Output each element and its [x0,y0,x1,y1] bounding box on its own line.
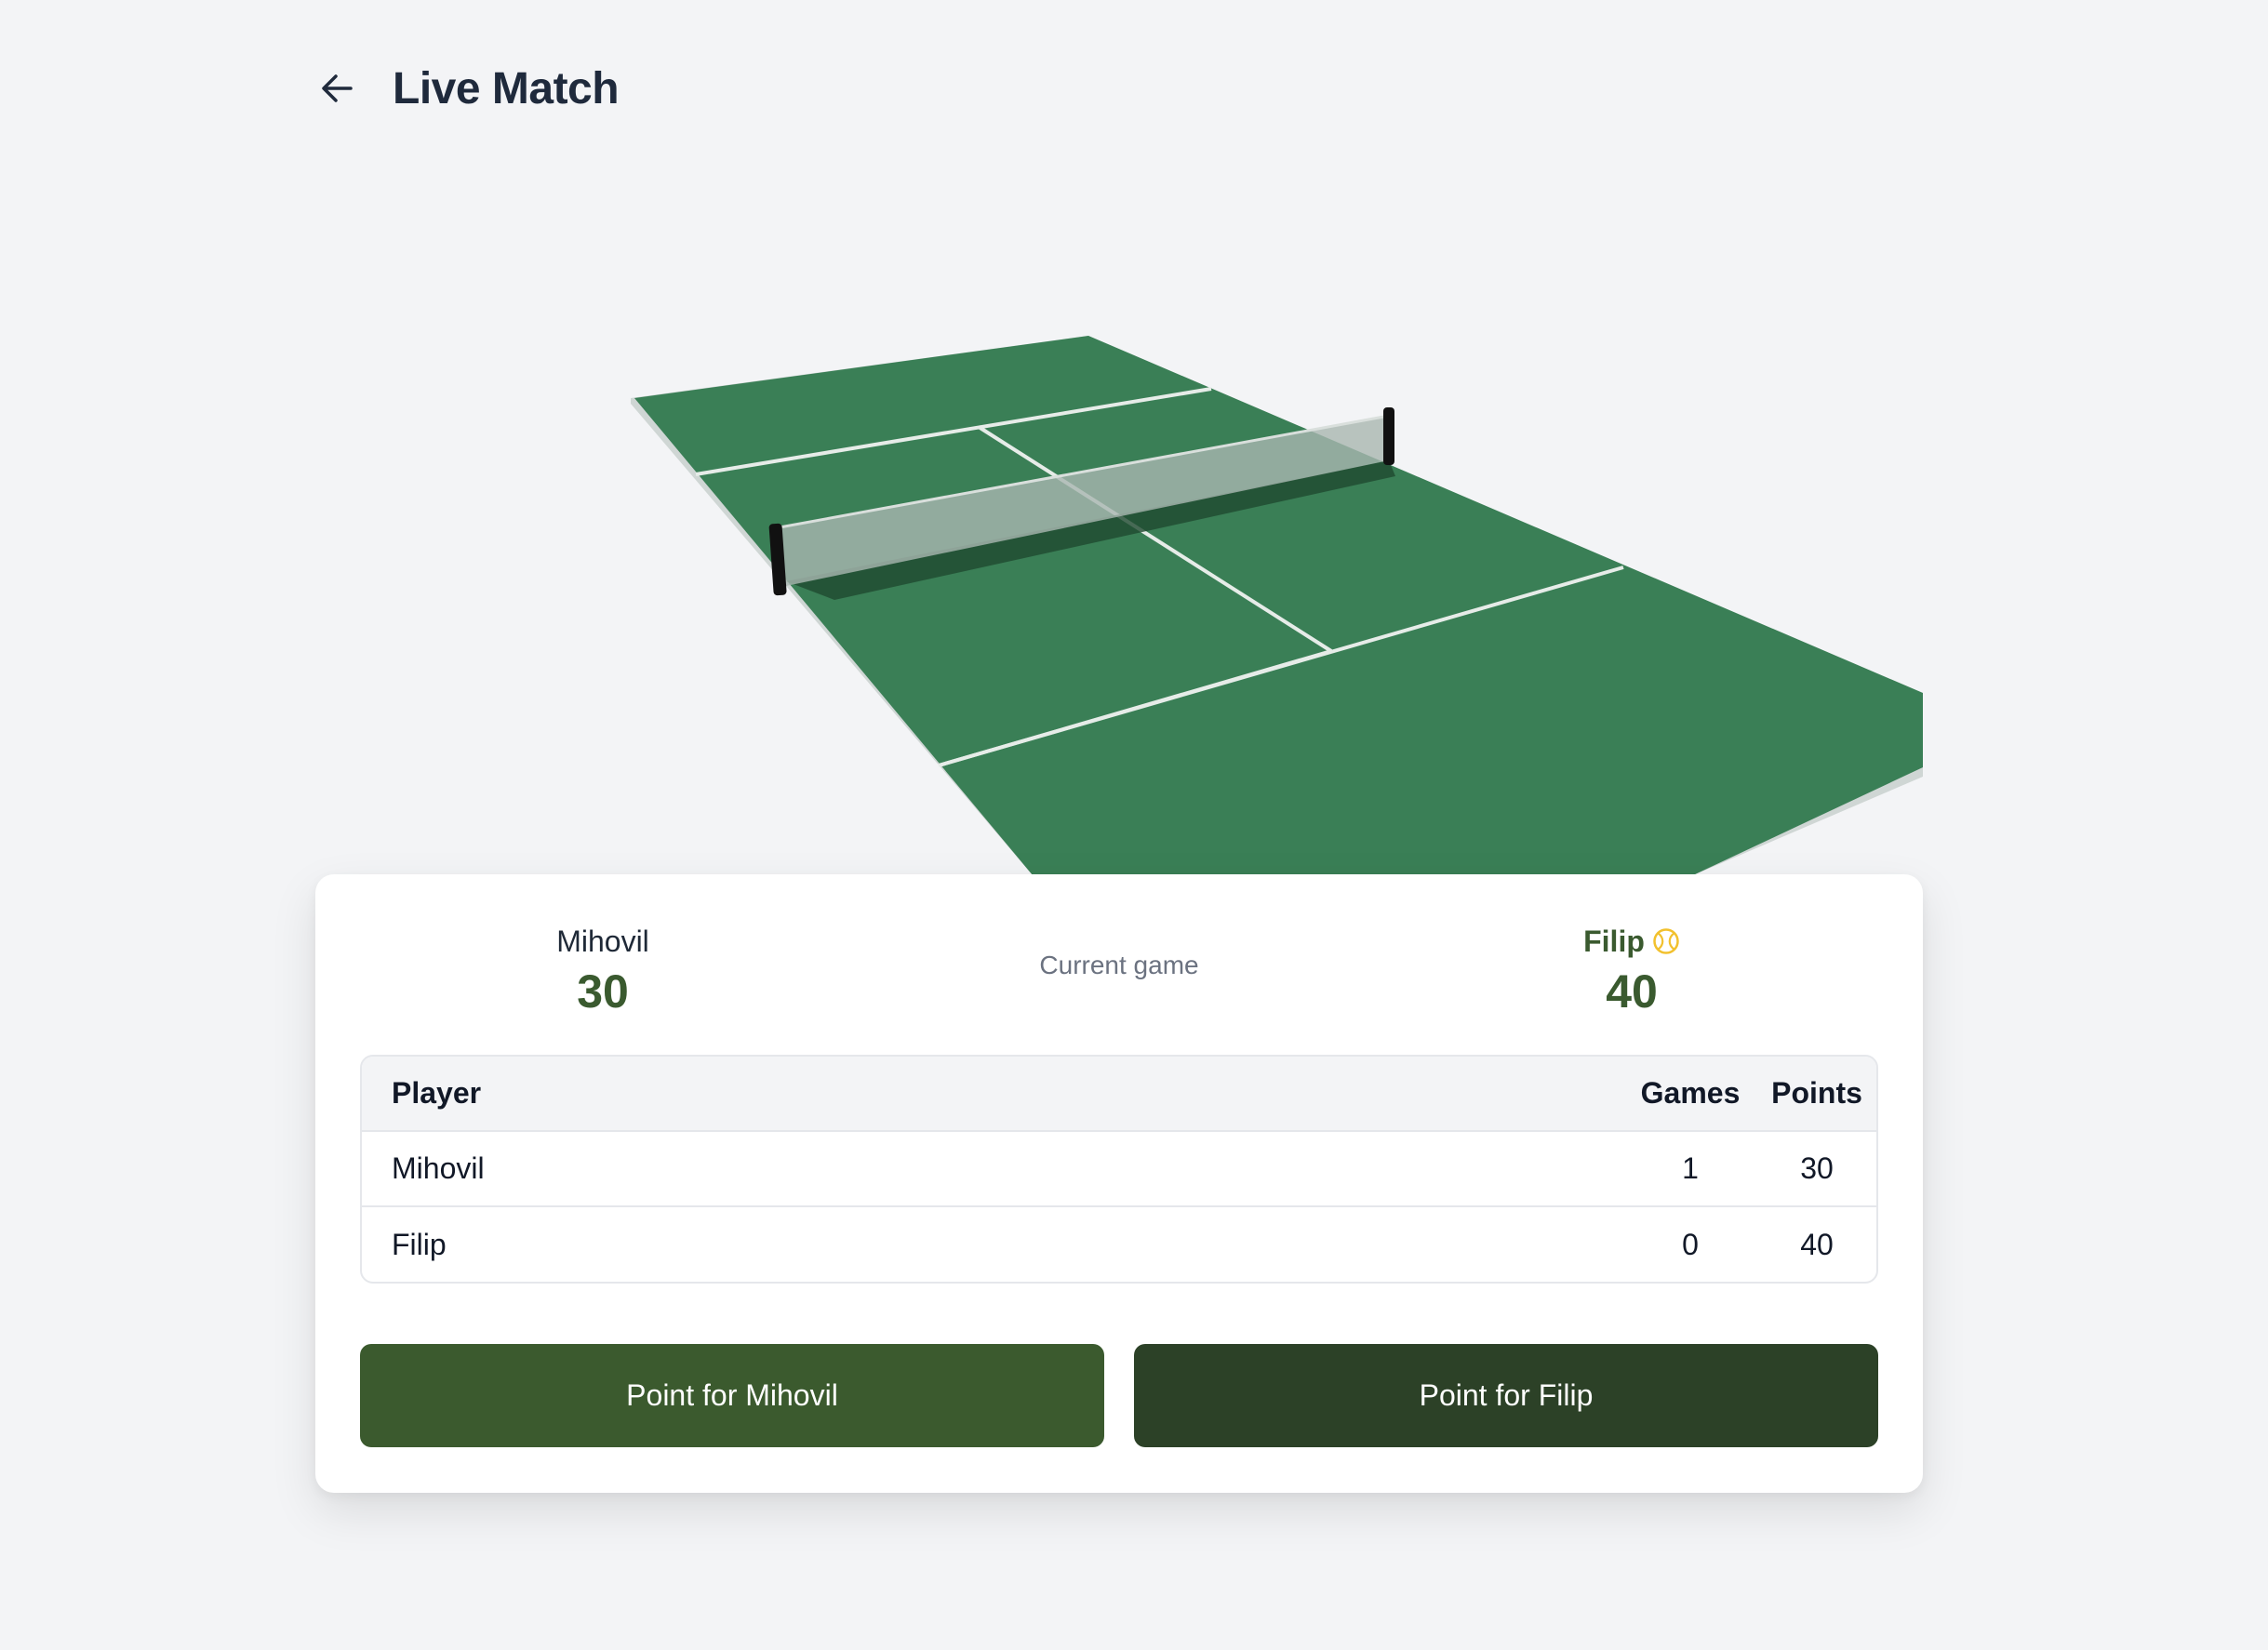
row-player: Filip [392,1228,447,1261]
table-row: Filip 0 40 [362,1207,1876,1282]
court-surface [634,336,1923,875]
row-player: Mihovil [392,1151,485,1185]
player1-name: Mihovil [556,925,649,958]
point-for-player1-button[interactable]: Point for Mihovil [360,1344,1104,1447]
score-card: Mihovil 30 Current game Filip 40 Player … [315,874,1923,1493]
player2-score-block: Filip 40 [1446,923,1818,1018]
table-row: Mihovil 1 30 [362,1132,1876,1207]
column-header-games: Games [1640,1076,1741,1110]
court-lines [695,387,1624,767]
net [780,416,1389,586]
net-post-right [1383,407,1394,465]
net-post-left [768,523,787,596]
page-title: Live Match [393,63,620,113]
column-header-player: Player [392,1076,482,1110]
back-button[interactable] [307,58,368,119]
player2-name-wrap: Filip [1583,923,1680,960]
player1-score-block: Mihovil 30 [417,923,789,1018]
page-header: Live Match [307,51,620,126]
column-header-points: Points [1771,1076,1862,1110]
row-games: 1 [1682,1151,1699,1185]
row-points: 40 [1800,1228,1834,1261]
current-game-score: Mihovil 30 Current game Filip 40 [315,923,1923,1025]
score-table: Player Games Points Mihovil 1 30 Filip 0… [360,1055,1878,1284]
current-game-label: Current game [1039,951,1199,979]
table-header-row: Player Games Points [362,1057,1876,1132]
court-edge [631,336,1923,875]
player1-score: 30 [577,965,629,1018]
row-games: 0 [1682,1228,1699,1261]
net-shadow [786,460,1395,600]
player2-name: Filip [1583,925,1645,958]
point-for-player2-button[interactable]: Point for Filip [1134,1344,1878,1447]
tennis-ball-icon [1653,928,1679,954]
player2-score: 40 [1606,965,1658,1018]
arrow-left-icon [322,74,353,102]
row-points: 30 [1800,1151,1834,1185]
